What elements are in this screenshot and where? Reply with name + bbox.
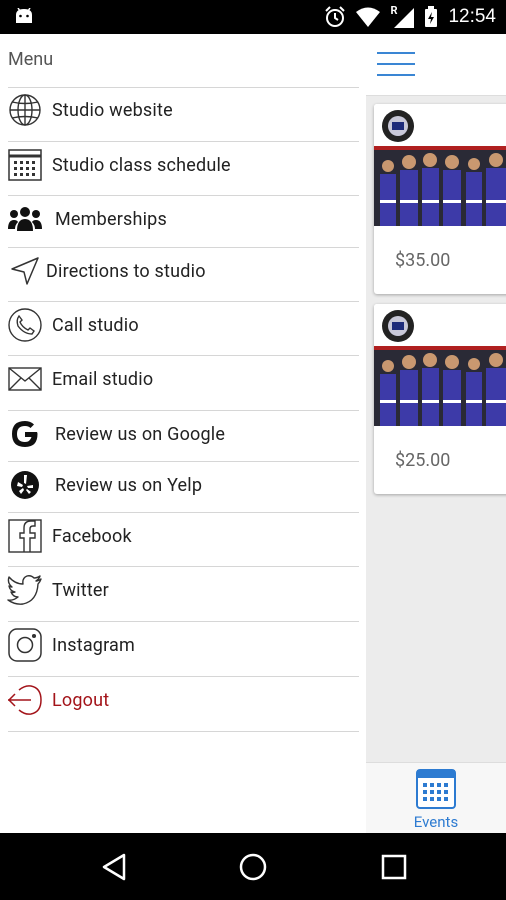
event-card[interactable]: $25.00 [374, 304, 506, 494]
phone-icon [7, 307, 43, 343]
envelope-icon [7, 361, 43, 397]
event-price: $25.00 [395, 450, 451, 471]
app-header [366, 34, 506, 96]
menu-item-label: Email studio [52, 368, 154, 390]
menu-item-label: Logout [52, 689, 110, 711]
network-badge: R [390, 4, 398, 17]
menu-item-label: Review us on Google [55, 423, 226, 445]
globe-icon [7, 92, 43, 128]
navigation-drawer: Menu Studio website Studio class schedul [0, 34, 366, 833]
menu-item-label: Review us on Yelp [55, 474, 203, 496]
signal-icon: R [390, 4, 415, 28]
alarm-icon [325, 6, 346, 27]
main-content: $35.00 $25.00 Events [366, 34, 506, 833]
menu-item-label: Studio website [52, 99, 173, 121]
logout-icon [7, 682, 43, 718]
event-card[interactable]: $35.00 [374, 104, 506, 294]
back-icon[interactable] [98, 851, 130, 883]
menu-item-memberships[interactable]: Memberships [0, 193, 366, 245]
wifi-icon [356, 7, 381, 27]
google-icon [7, 416, 43, 452]
menu-item-label: Directions to studio [46, 260, 206, 282]
home-icon[interactable] [237, 851, 269, 883]
tab-events[interactable]: Events [406, 767, 466, 831]
menu-title: Menu [8, 49, 54, 70]
calendar-icon [7, 147, 43, 183]
menu-item-studio-website[interactable]: Studio website [0, 84, 366, 136]
system-navigation-bar [0, 833, 506, 900]
menu-item-label: Studio class schedule [52, 154, 231, 176]
clock: 12:54 [448, 6, 496, 27]
yelp-icon [7, 467, 43, 503]
instagram-icon [7, 627, 43, 663]
recents-icon[interactable] [378, 851, 410, 883]
menu-item-email-studio[interactable]: Email studio [0, 353, 366, 405]
menu-item-review-google[interactable]: Review us on Google [0, 408, 366, 460]
menu-item-review-yelp[interactable]: Review us on Yelp [0, 459, 366, 511]
menu-item-class-schedule[interactable]: Studio class schedule [0, 139, 366, 191]
event-image [374, 304, 506, 426]
bottom-tab-bar: Events [366, 762, 506, 833]
divider [8, 731, 359, 732]
battery-icon [425, 6, 438, 27]
users-icon [7, 201, 43, 237]
location-arrow-icon [7, 253, 43, 289]
menu-item-instagram[interactable]: Instagram [0, 619, 366, 671]
menu-item-twitter[interactable]: Twitter [0, 564, 366, 616]
event-image [374, 104, 506, 226]
menu-item-label: Memberships [55, 208, 167, 230]
facebook-icon [7, 518, 43, 554]
tab-label: Events [413, 813, 459, 831]
menu-item-label: Twitter [52, 579, 109, 601]
menu-item-label: Call studio [52, 314, 139, 336]
menu-item-directions[interactable]: Directions to studio [0, 245, 366, 297]
menu-item-call-studio[interactable]: Call studio [0, 299, 366, 351]
calendar-icon [416, 769, 456, 809]
status-bar: R 12:54 [0, 0, 506, 34]
android-icon [16, 8, 32, 23]
hamburger-menu-icon[interactable] [377, 52, 415, 78]
event-price: $35.00 [395, 250, 451, 271]
menu-item-label: Instagram [52, 634, 136, 656]
menu-item-label: Facebook [52, 525, 132, 547]
menu-item-facebook[interactable]: Facebook [0, 510, 366, 562]
twitter-icon [7, 572, 43, 608]
menu-item-logout[interactable]: Logout [0, 674, 366, 726]
